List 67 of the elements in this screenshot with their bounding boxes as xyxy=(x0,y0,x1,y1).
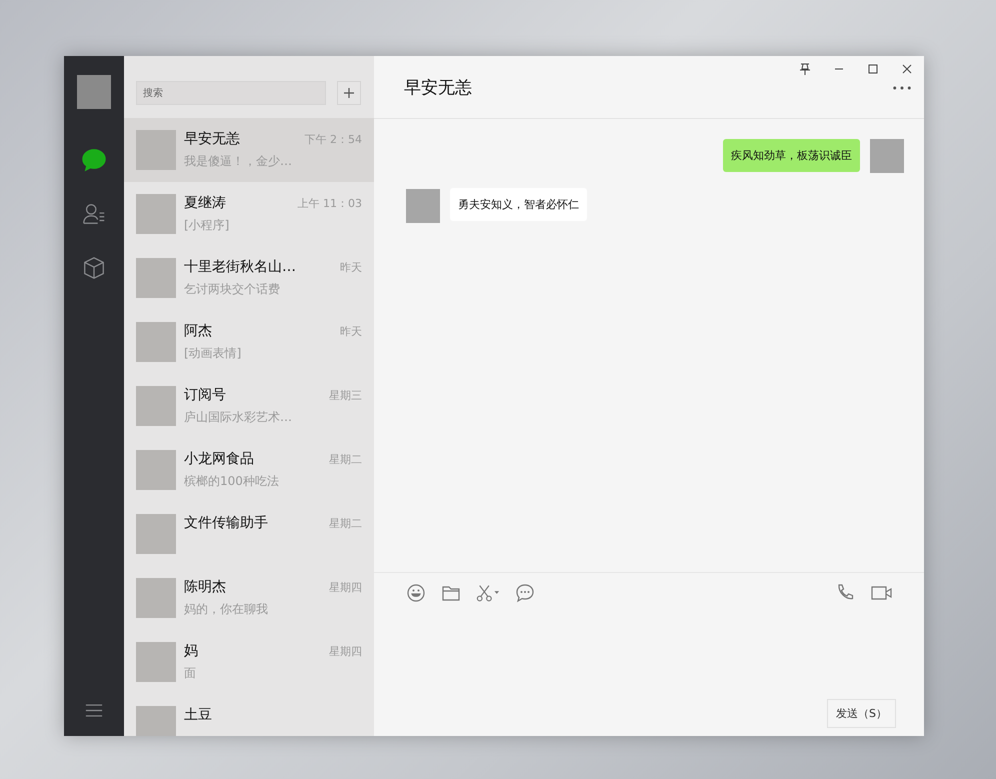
message-preview: [小程序] xyxy=(184,217,230,234)
contact-name: 阿杰 xyxy=(184,322,212,340)
conversation-item[interactable]: 早安无恙 下午 2：54 我是傻逼！，金少… xyxy=(124,118,374,182)
contact-name: 妈 xyxy=(184,642,198,660)
contact-name: 陈明杰 xyxy=(184,578,226,596)
menu-icon[interactable] xyxy=(85,703,103,718)
message-time: 上午 11：03 xyxy=(298,196,362,211)
message-bubble: 勇夫安知义，智者必怀仁 xyxy=(450,188,587,221)
maximize-icon[interactable] xyxy=(866,62,880,76)
photo-placeholder xyxy=(406,189,440,223)
more-icon[interactable] xyxy=(892,84,912,90)
send-button[interactable]: 发送（S） xyxy=(827,699,896,728)
conversation-item[interactable]: 陈明杰 星期四 妈的，你在聊我 xyxy=(124,566,374,630)
chat-bubble-icon[interactable] xyxy=(81,147,107,173)
message-time: 星期四 xyxy=(329,644,362,659)
chat-title: 早安无恙 xyxy=(404,77,472,99)
message-preview: 庐山国际水彩艺术… xyxy=(184,409,293,426)
conversation-item[interactable]: 十里老街秋名山… 昨天 乞讨两块交个话费 xyxy=(124,246,374,310)
contact-name: 十里老街秋名山… xyxy=(184,258,296,276)
photo-placeholder xyxy=(136,706,176,736)
message-time: 星期二 xyxy=(329,452,362,467)
search-field[interactable]: 搜索 xyxy=(136,81,326,105)
photo-placeholder xyxy=(136,386,176,426)
message-preview: 乞讨两块交个话费 xyxy=(184,281,281,298)
chat-bubble-icon[interactable] xyxy=(515,583,535,603)
contact-name: 土豆 xyxy=(184,706,212,724)
conversation-item[interactable]: 小龙网食品 星期二 槟榔的100种吃法 xyxy=(124,438,374,502)
photo-placeholder xyxy=(136,642,176,682)
message-bubble: 疾风知劲草，板荡识诚臣 xyxy=(723,139,860,172)
photo-placeholder xyxy=(136,578,176,618)
conversation-item[interactable]: 文件传输助手 星期二 xyxy=(124,502,374,566)
photo-placeholder xyxy=(136,258,176,298)
add-button[interactable] xyxy=(337,81,361,105)
photo-placeholder xyxy=(77,75,111,109)
contact-name: 早安无恙 xyxy=(184,130,240,148)
photo-placeholder xyxy=(136,450,176,490)
message-preview: 妈的，你在聊我 xyxy=(184,601,269,618)
message-time: 昨天 xyxy=(340,260,362,275)
message-time: 星期三 xyxy=(329,388,362,403)
conversation-item[interactable]: 订阅号 星期三 庐山国际水彩艺术… xyxy=(124,374,374,438)
emoji-icon[interactable] xyxy=(406,583,426,603)
contact-name: 文件传输助手 xyxy=(184,514,268,532)
message-preview: 面 xyxy=(184,665,197,682)
contact-name: 小龙网食品 xyxy=(184,450,254,468)
conversation-item[interactable]: 妈 星期四 面 xyxy=(124,630,374,694)
message-preview: [动画表情] xyxy=(184,345,242,362)
photo-placeholder xyxy=(136,322,176,362)
message-time: 昨天 xyxy=(340,324,362,339)
photo-placeholder xyxy=(870,139,904,173)
contact-name: 订阅号 xyxy=(184,386,226,404)
message-time: 星期四 xyxy=(329,580,362,595)
photo-placeholder xyxy=(136,514,176,554)
photo-placeholder xyxy=(136,130,176,170)
conversation-item[interactable]: 阿杰 昨天 [动画表情] xyxy=(124,310,374,374)
contact-name: 夏继涛 xyxy=(184,194,226,212)
photo-placeholder xyxy=(136,194,176,234)
message-preview: 槟榔的100种吃法 xyxy=(184,473,280,490)
pin-icon[interactable] xyxy=(798,62,812,76)
scissors-icon[interactable] xyxy=(476,583,500,603)
contacts-icon[interactable] xyxy=(81,201,107,227)
cube-icon[interactable] xyxy=(81,255,107,281)
conversation-item[interactable]: 土豆 xyxy=(124,694,374,736)
message-time: 星期二 xyxy=(329,516,362,531)
message-time: 下午 2：54 xyxy=(304,132,362,147)
message-preview: 我是傻逼！，金少… xyxy=(184,153,293,170)
conversation-item[interactable]: 夏继涛 上午 11：03 [小程序] xyxy=(124,182,374,246)
close-icon[interactable] xyxy=(900,62,914,76)
